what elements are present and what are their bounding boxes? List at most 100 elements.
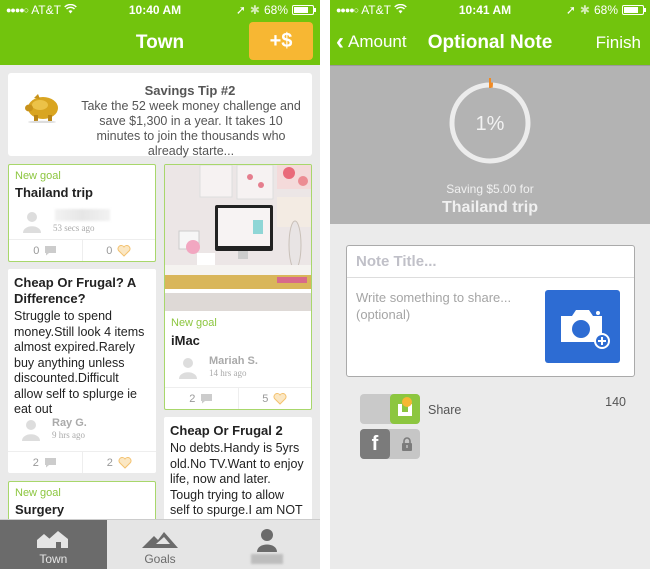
carrier-label: AT&T bbox=[361, 3, 391, 17]
avatar-icon bbox=[179, 358, 197, 379]
heart-icon bbox=[273, 392, 287, 405]
like-count: 5 bbox=[262, 392, 269, 405]
lock-icon bbox=[402, 437, 412, 451]
status-bar: ●●●●○ AT&T 10:40 AM ➚ ✱ 68% bbox=[0, 0, 320, 20]
mountain-icon bbox=[142, 532, 178, 548]
card-title: Surgery bbox=[15, 502, 65, 517]
character-count: 140 bbox=[605, 395, 626, 409]
profile-icon bbox=[256, 529, 277, 552]
saving-amount: Saving $5.00 for bbox=[446, 182, 534, 196]
card-title: Thailand trip bbox=[15, 185, 93, 200]
heart-icon bbox=[117, 244, 131, 257]
location-arrow-icon: ➚ bbox=[565, 3, 576, 17]
author-name: Ray G. bbox=[52, 417, 87, 429]
post-time: 9 hrs ago bbox=[52, 430, 85, 440]
savings-tip-card[interactable]: Savings Tip #2 Take the 52 week money ch… bbox=[8, 73, 312, 158]
add-photo-button[interactable] bbox=[545, 290, 620, 363]
nav-bar: ‹ Amount Optional Note Finish bbox=[330, 20, 650, 65]
feed-card[interactable]: Cheap Or Frugal? A Difference? Struggle … bbox=[8, 269, 156, 473]
heart-icon bbox=[118, 456, 132, 469]
likes-stat[interactable]: 5 bbox=[237, 388, 312, 409]
card-title: Cheap Or Frugal? A Difference? bbox=[14, 275, 136, 306]
town-share-toggle[interactable] bbox=[360, 394, 420, 424]
signal-strength-icon: ●●●●○ bbox=[6, 5, 29, 15]
town-share-logo-icon bbox=[390, 394, 420, 424]
post-time: 14 hrs ago bbox=[209, 368, 247, 378]
card-title: iMac bbox=[171, 333, 200, 348]
card-author: Ray G. 9 hrs ago bbox=[18, 417, 148, 447]
tip-title: Savings Tip #2 bbox=[144, 83, 236, 98]
tab-bar: Town Goals bbox=[0, 519, 320, 569]
new-goal-tag: New goal bbox=[171, 317, 217, 329]
clock: 10:41 AM bbox=[458, 3, 512, 17]
battery-icon bbox=[622, 5, 646, 15]
nav-bar: Town +$ bbox=[0, 20, 320, 65]
card-title: Cheap Or Frugal 2 bbox=[170, 423, 283, 438]
add-money-button[interactable]: +$ bbox=[249, 22, 313, 60]
comment-icon bbox=[44, 458, 56, 468]
status-bar: ●●●●○ AT&T 10:41 AM ➚ ✱ 68% bbox=[330, 0, 650, 20]
optional-note-screen: ●●●●○ AT&T 10:41 AM ➚ ✱ 68% ‹ Amount Opt… bbox=[330, 0, 650, 569]
card-stats: 2 5 bbox=[165, 387, 311, 409]
share-label: Share bbox=[428, 403, 462, 417]
feed-card[interactable]: New goal Thailand trip 53 secs ago 0 0 bbox=[8, 164, 156, 262]
like-count: 2 bbox=[106, 456, 113, 469]
location-arrow-icon: ➚ bbox=[235, 3, 246, 17]
avatar-icon bbox=[22, 420, 40, 441]
clock: 10:40 AM bbox=[128, 3, 182, 17]
wifi-icon bbox=[394, 3, 407, 17]
tab-label: Goals bbox=[144, 552, 176, 566]
finish-button[interactable]: Finish bbox=[596, 33, 641, 53]
card-stats: 2 2 bbox=[8, 451, 156, 473]
carrier-label: AT&T bbox=[31, 3, 61, 17]
goal-photo bbox=[165, 165, 311, 311]
houses-icon bbox=[37, 531, 69, 548]
battery-percent: 68% bbox=[263, 3, 288, 17]
facebook-icon: f bbox=[360, 429, 390, 459]
tip-body: Take the 52 week money challenge and sav… bbox=[81, 99, 301, 158]
battery-icon bbox=[292, 5, 316, 15]
redacted-username bbox=[55, 209, 110, 221]
goal-name: Thailand trip bbox=[442, 199, 538, 216]
redacted-profile-label bbox=[250, 554, 283, 564]
note-body-input[interactable] bbox=[347, 280, 542, 370]
card-stats: 0 0 bbox=[9, 239, 155, 261]
feed-card[interactable]: New goal iMac Mariah S. 14 hrs ago 2 5 bbox=[164, 164, 312, 410]
new-goal-tag: New goal bbox=[15, 487, 61, 499]
bluetooth-icon: ✱ bbox=[579, 3, 590, 17]
author-name: Mariah S. bbox=[209, 355, 258, 367]
comment-icon bbox=[201, 394, 213, 404]
card-author: 53 secs ago bbox=[19, 209, 149, 239]
comments-stat[interactable]: 2 bbox=[8, 452, 82, 473]
note-title-input[interactable] bbox=[347, 246, 634, 278]
comments-stat[interactable]: 0 bbox=[9, 240, 82, 261]
camera-add-icon bbox=[561, 310, 610, 349]
tab-goals[interactable]: Goals bbox=[107, 520, 214, 569]
tab-town[interactable]: Town bbox=[0, 520, 107, 569]
town-screen: ●●●●○ AT&T 10:40 AM ➚ ✱ 68% Town +$ Savi… bbox=[0, 0, 320, 569]
new-goal-tag: New goal bbox=[15, 170, 61, 182]
comment-count: 0 bbox=[33, 244, 40, 257]
comments-stat[interactable]: 2 bbox=[165, 388, 238, 409]
card-body: Struggle to spend money.Still look 4 ite… bbox=[14, 309, 145, 416]
card-author: Mariah S. 14 hrs ago bbox=[175, 355, 305, 385]
tab-profile[interactable] bbox=[213, 520, 320, 569]
wifi-icon bbox=[64, 3, 77, 17]
signal-strength-icon: ●●●●○ bbox=[336, 5, 359, 15]
savings-progress: 1% Saving $5.00 for Thailand trip bbox=[330, 65, 650, 224]
comment-icon bbox=[45, 246, 57, 256]
comment-count: 2 bbox=[32, 456, 39, 469]
avatar-icon bbox=[23, 212, 41, 233]
tab-label: Town bbox=[39, 552, 68, 566]
likes-stat[interactable]: 0 bbox=[81, 240, 156, 261]
note-form bbox=[346, 245, 635, 377]
comment-count: 2 bbox=[189, 392, 196, 405]
progress-percent: 1% bbox=[475, 113, 505, 135]
likes-stat[interactable]: 2 bbox=[81, 452, 157, 473]
piggy-bank-icon bbox=[25, 94, 58, 123]
post-time: 53 secs ago bbox=[53, 223, 95, 233]
facebook-share-toggle[interactable]: f bbox=[360, 429, 420, 459]
bluetooth-icon: ✱ bbox=[249, 3, 260, 17]
like-count: 0 bbox=[106, 244, 113, 257]
battery-percent: 68% bbox=[593, 3, 618, 17]
